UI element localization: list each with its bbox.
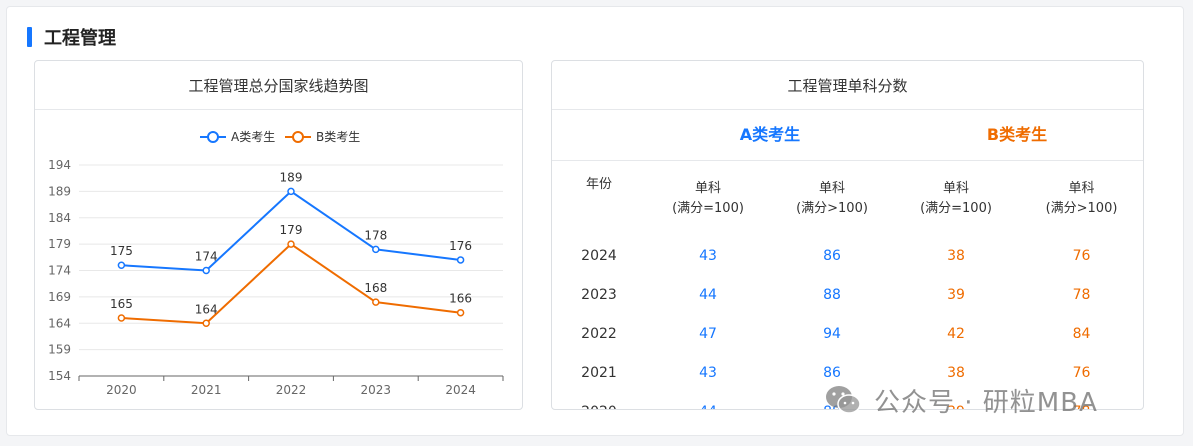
data-point bbox=[372, 245, 380, 254]
watermark-text: 公众号 · 研粒MBA bbox=[874, 387, 1098, 418]
cell-year: 2022 bbox=[581, 325, 617, 342]
group-a-label: A类考生 bbox=[739, 125, 801, 144]
trend-chart-panel: 工程管理总分国家线趋势图 A类考生 B类考生 154 159 164 169 174 179 1… bbox=[34, 60, 523, 410]
data-label: 174 bbox=[195, 250, 218, 264]
cell-b-gt100: 78 bbox=[1072, 286, 1091, 303]
data-label: 166 bbox=[449, 292, 472, 306]
header-line1: 年份 bbox=[585, 177, 612, 192]
cell-b-100: 42 bbox=[947, 325, 965, 342]
data-label: 164 bbox=[195, 302, 218, 316]
data-point bbox=[456, 308, 465, 317]
y-tick-label: 189 bbox=[48, 184, 71, 198]
cell-b-gt100: 76 bbox=[1072, 247, 1091, 264]
x-tick-label: 2024 bbox=[445, 383, 476, 397]
wechat-icon bbox=[826, 386, 861, 414]
section-title: 工程管理 bbox=[44, 28, 116, 49]
legend-marker bbox=[292, 131, 304, 143]
series-line-b bbox=[121, 242, 461, 325]
legend-label: A类考生 bbox=[231, 130, 275, 144]
header-line1: 单科 bbox=[818, 180, 845, 196]
cell-year: 2020 bbox=[552, 392, 646, 410]
header-line2: (满分>100) bbox=[796, 200, 868, 216]
watermark: 公众号 · 研粒MBA bbox=[824, 380, 1098, 420]
data-label: 178 bbox=[364, 228, 387, 242]
legend-marker bbox=[207, 131, 219, 143]
data-point bbox=[287, 187, 295, 196]
title-accent-bar bbox=[27, 27, 32, 47]
cell-b-gt100: 84 bbox=[1072, 325, 1091, 342]
y-tick-label: 184 bbox=[48, 211, 71, 225]
column-header-b-100: 单科 (满分=100) bbox=[894, 161, 1018, 236]
x-tick-label: 2023 bbox=[361, 383, 392, 397]
table-panel-title: 工程管理单科分数 bbox=[552, 61, 1143, 110]
cell-a-100: 47 bbox=[699, 325, 717, 342]
chart-panel-title: 工程管理总分国家线趋势图 bbox=[35, 61, 522, 110]
data-point bbox=[202, 266, 210, 275]
header-line1: 单科 bbox=[694, 180, 721, 196]
group-b-label: B类考生 bbox=[986, 125, 1048, 144]
y-tick-label: 169 bbox=[48, 290, 71, 304]
data-point bbox=[117, 261, 126, 269]
score-table: 年份 单科 (满分=100) 单科 (满分>100) 单科 (满分=100) 单… bbox=[552, 161, 1143, 410]
cell-b-100: 38 bbox=[947, 247, 965, 264]
cell-a-gt100: 94 bbox=[823, 325, 841, 342]
trend-line-chart: A类考生 B类考生 154 159 164 169 174 179 184 189 194 2020 2… bbox=[48, 130, 504, 397]
cell-a-100: 44 bbox=[646, 392, 770, 410]
cell-year: 2021 bbox=[581, 364, 617, 381]
data-label: 189 bbox=[280, 170, 303, 184]
data-point bbox=[287, 240, 295, 248]
column-header-a-100: 单科 (满分=100) bbox=[646, 161, 770, 236]
data-point bbox=[372, 298, 380, 306]
x-tick-label: 2021 bbox=[191, 383, 222, 397]
cell-a-100: 44 bbox=[699, 286, 717, 303]
y-tick-label: 179 bbox=[48, 237, 71, 251]
header-line1: 单科 bbox=[942, 180, 969, 196]
cell-year: 2023 bbox=[581, 286, 617, 303]
cell-a-100: 43 bbox=[699, 364, 717, 381]
header-line2: (满分>100) bbox=[1045, 200, 1118, 216]
data-point bbox=[117, 314, 126, 322]
data-point bbox=[202, 319, 210, 327]
x-tick-label: 2022 bbox=[276, 383, 307, 397]
column-header-a-gt100: 单科 (满分>100) bbox=[770, 161, 894, 236]
header-line1: 单科 bbox=[1068, 180, 1095, 196]
section-header: 工程管理 bbox=[27, 25, 116, 49]
table-row: 2023 44 88 39 78 bbox=[552, 275, 1143, 314]
cell-b-100: 39 bbox=[947, 286, 965, 303]
column-header-b-gt100: 单科 (满分>100) bbox=[1018, 161, 1143, 236]
y-tick-label: 159 bbox=[48, 343, 71, 357]
data-label: 179 bbox=[280, 223, 303, 237]
data-label: 176 bbox=[449, 239, 472, 253]
y-tick-label: 194 bbox=[48, 158, 71, 172]
y-tick-label: 164 bbox=[48, 316, 71, 330]
cell-a-gt100: 86 bbox=[823, 247, 841, 264]
cell-a-gt100: 88 bbox=[823, 286, 841, 303]
data-label: 175 bbox=[110, 244, 133, 258]
data-label: 165 bbox=[110, 297, 133, 311]
subject-score-panel: 工程管理单科分数 A类考生 B类考生 年份 单科 (满分=100) 单科 (满分… bbox=[551, 60, 1144, 410]
y-tick-label: 174 bbox=[48, 264, 71, 278]
table-row: 2024 43 86 38 76 bbox=[552, 236, 1143, 275]
header-line2: (满分=100) bbox=[920, 200, 992, 216]
data-label: 168 bbox=[364, 281, 387, 295]
cell-year: 2024 bbox=[581, 247, 617, 264]
table-header-row: 年份 单科 (满分=100) 单科 (满分>100) 单科 (满分=100) 单… bbox=[552, 161, 1143, 236]
column-header-year: 年份 bbox=[552, 161, 646, 236]
cell-a-100: 43 bbox=[699, 247, 717, 264]
data-point bbox=[456, 256, 465, 264]
table-row: 2022 47 94 42 84 bbox=[552, 314, 1143, 353]
legend-label: B类考生 bbox=[316, 130, 360, 144]
group-header-row: A类考生 B类考生 bbox=[552, 110, 1143, 161]
y-tick-label: 154 bbox=[48, 369, 71, 383]
header-line2: (满分=100) bbox=[672, 200, 744, 216]
x-tick-label: 2020 bbox=[106, 383, 137, 397]
